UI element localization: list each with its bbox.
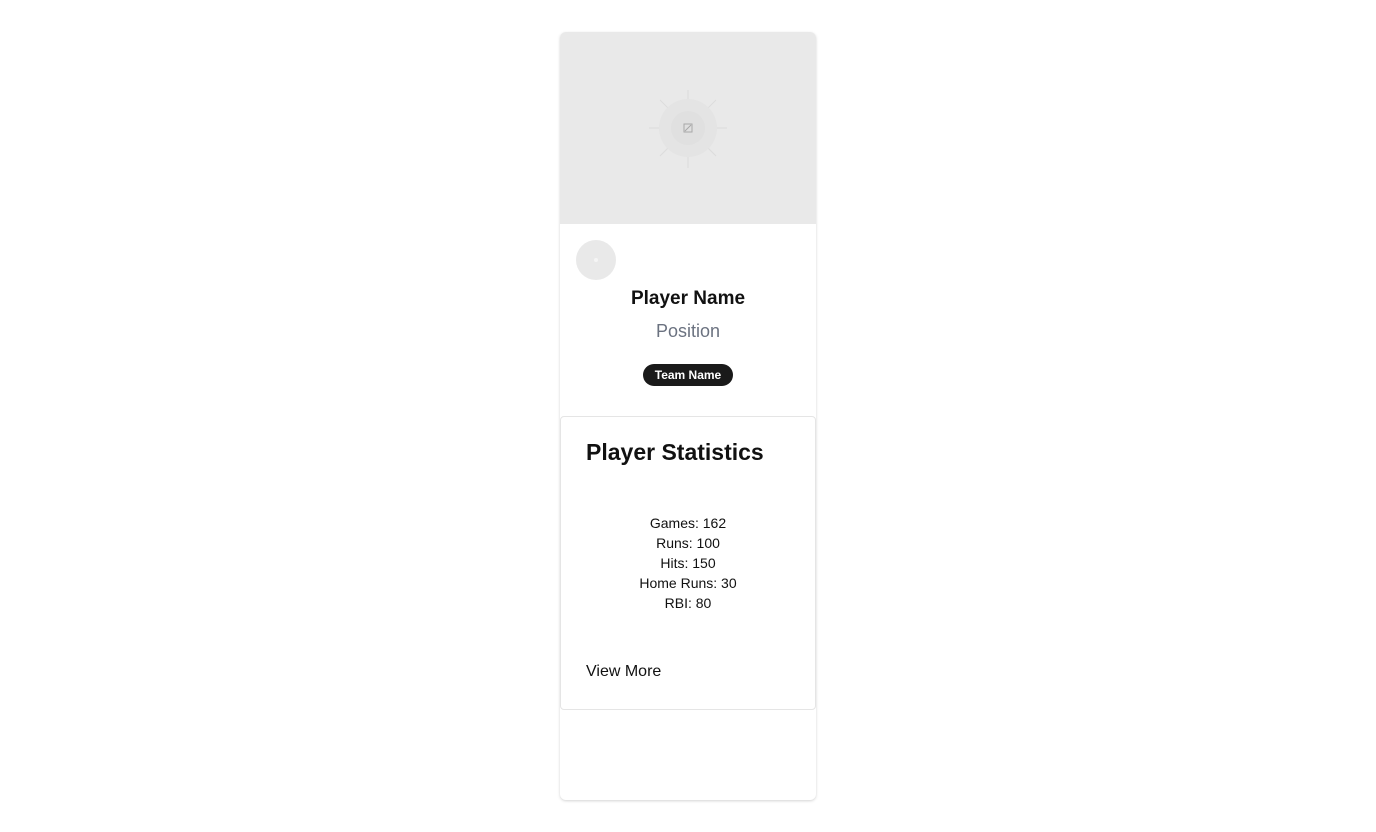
statistics-title: Player Statistics <box>586 439 764 465</box>
player-image-placeholder <box>560 32 816 224</box>
statistics-list: Games: 162 Runs: 100 Hits: 150 Home Runs… <box>561 513 815 613</box>
player-card: Player Name Position Team Name Player St… <box>560 32 816 800</box>
stat-home-runs: Home Runs: 30 <box>639 575 737 591</box>
team-badge: Team Name <box>643 364 733 386</box>
stat-games: Games: 162 <box>649 515 727 531</box>
avatar <box>576 240 616 280</box>
player-position: Position <box>655 321 721 341</box>
stat-hits: Hits: 150 <box>660 555 716 571</box>
stat-rbi: RBI: 80 <box>664 595 712 611</box>
stat-runs: Runs: 100 <box>656 535 720 551</box>
view-more-button[interactable]: View More <box>586 663 661 681</box>
player-statistics-card: Player Statistics Games: 162 Runs: 100 H… <box>560 416 816 710</box>
image-placeholder-icon <box>649 90 727 168</box>
avatar-placeholder-icon <box>594 258 598 262</box>
player-name: Player Name <box>630 288 746 309</box>
